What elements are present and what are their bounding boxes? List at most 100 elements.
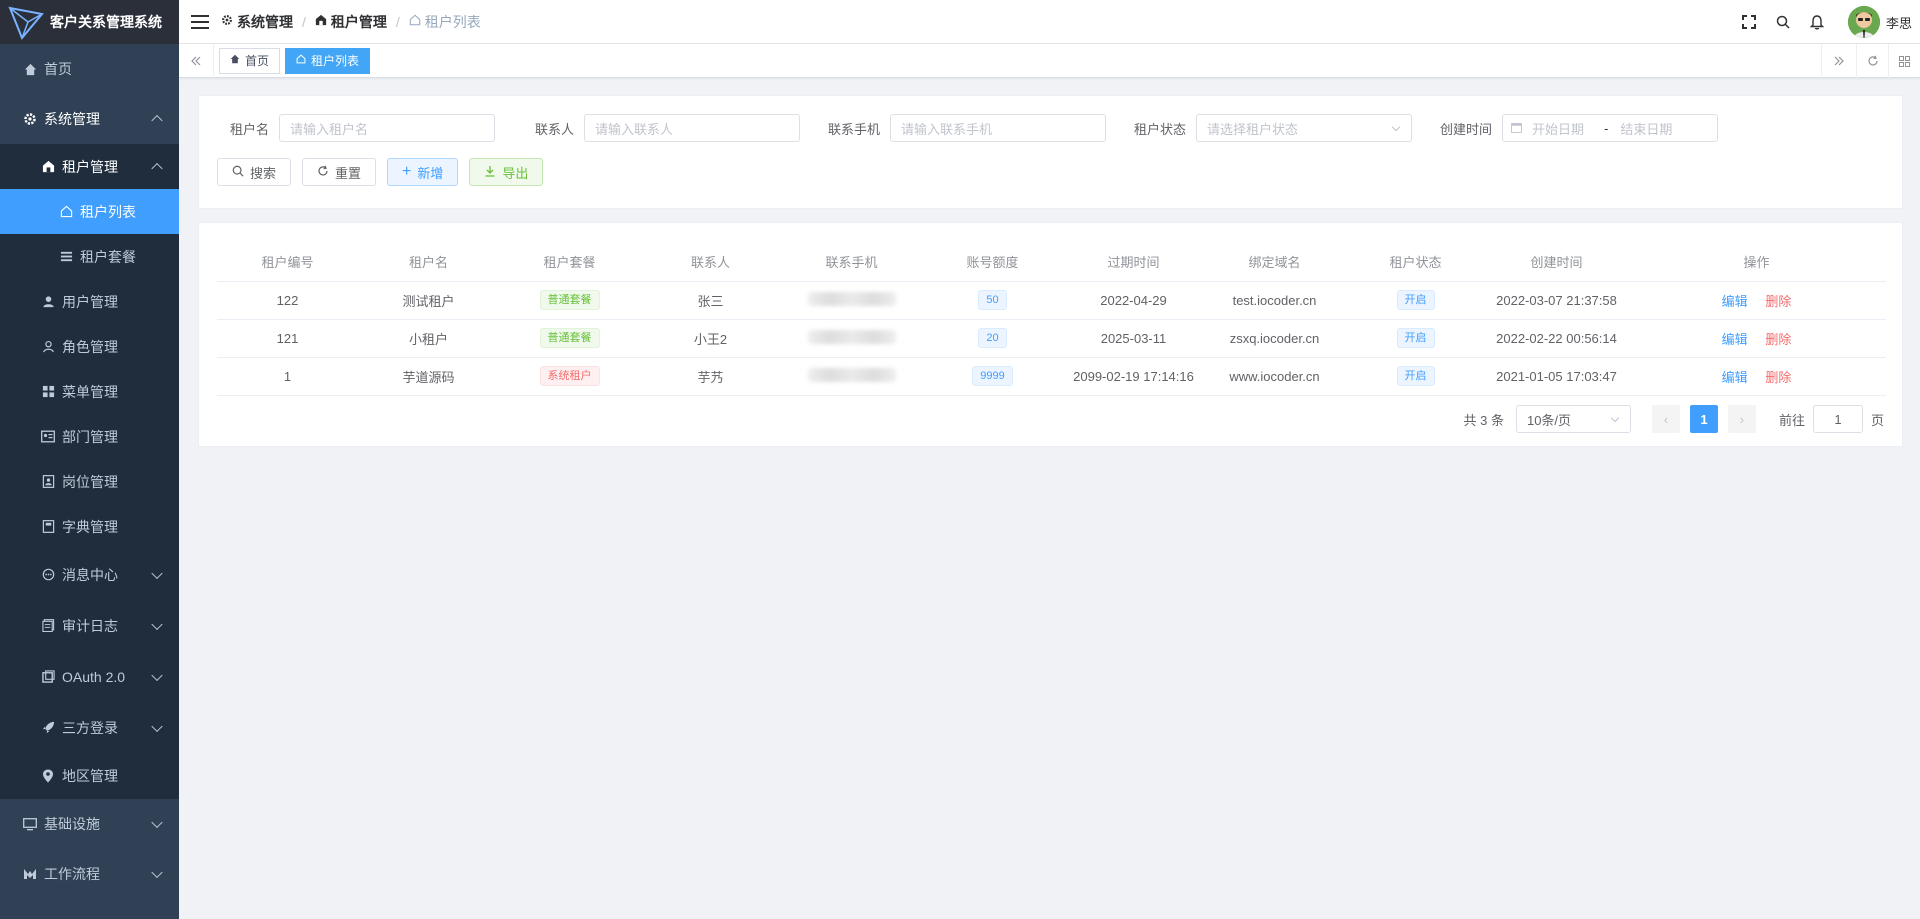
delete-link[interactable]: 删除 (1765, 370, 1791, 385)
hamburger-icon[interactable] (191, 14, 209, 29)
search-icon[interactable] (1774, 13, 1792, 31)
contact-input[interactable]: 请输入联系人 (584, 114, 800, 142)
edit-link[interactable]: 编辑 (1722, 332, 1748, 347)
column-header: 绑定域名 (1204, 243, 1345, 282)
bell-icon[interactable] (1808, 13, 1826, 31)
double-chevron-right-icon[interactable] (1821, 44, 1856, 78)
status-badge: 开启 (1396, 328, 1435, 348)
cell-id: 121 (217, 319, 358, 358)
sidebar-item-messages[interactable]: 消息中心 (0, 549, 179, 600)
sidebar-item-audit-log[interactable]: 审计日志 (0, 600, 179, 651)
sidebar-item-dictionary[interactable]: 字典管理 (0, 504, 179, 549)
quota-tag: 50 (978, 290, 1007, 310)
breadcrumb-separator: / (302, 13, 306, 30)
sidebar-item-label: 角色管理 (62, 338, 118, 355)
sidebar-item-infrastructure[interactable]: 基础设施 (0, 799, 179, 849)
chevron-down-icon (151, 866, 163, 879)
window-icon (40, 669, 56, 685)
right-menu: 李思 (1732, 0, 1912, 44)
column-header: 联系手机 (781, 243, 922, 282)
search-form: 租户名 请输入租户名 联系人 请输入联系人 联系手机 请输入联系手机 租户状态 … (198, 95, 1903, 209)
delete-link[interactable]: 删除 (1765, 332, 1791, 347)
cell-contact: 小王2 (640, 319, 781, 358)
sidebar-item-users[interactable]: 用户管理 (0, 279, 179, 324)
sidebar-item-workflow[interactable]: 工作流程 (0, 849, 179, 899)
cell-created: 2021-01-05 17:03:47 (1486, 357, 1627, 396)
refresh-icon[interactable] (1856, 44, 1888, 78)
fullscreen-icon[interactable] (1740, 13, 1758, 31)
sidebar-item-roles[interactable]: 角色管理 (0, 324, 179, 369)
page-suffix: 页 (1870, 412, 1884, 428)
page-size-select[interactable]: 10条/页 (1515, 405, 1631, 433)
chevron-down-icon (151, 816, 163, 829)
home-icon (22, 61, 38, 77)
sidebar-item-third-party-login[interactable]: 三方登录 (0, 702, 179, 753)
sidebar-item-tenant-list[interactable]: 租户列表 (0, 189, 179, 234)
edit-link[interactable]: 编辑 (1722, 370, 1748, 385)
sidebar-item-system[interactable]: 系统管理 (0, 94, 179, 144)
range-separator: - (1604, 120, 1609, 136)
edit-link[interactable]: 编辑 (1722, 294, 1748, 309)
goto-page-input[interactable]: 1 (1812, 405, 1863, 433)
sidebar-item-departments[interactable]: 部门管理 (0, 414, 179, 459)
tenant-table: 租户编号 租户名 租户套餐 联系人 联系手机 账号额度 过期时间 绑定域名 租户… (217, 243, 1886, 396)
pagination: 共 3 条 10条/页 ‹ 1 › 前往 1 页 (1463, 405, 1884, 433)
breadcrumb-item-system[interactable]: 系统管理 (221, 12, 293, 32)
sidebar-item-label: 首页 (44, 61, 72, 77)
badge-icon (40, 474, 56, 490)
column-header: 联系人 (640, 243, 781, 282)
sidebar-item-label: 菜单管理 (62, 383, 118, 400)
add-button[interactable]: + 新增 (387, 158, 459, 186)
sidebar-item-home[interactable]: 首页 (0, 44, 179, 94)
username[interactable]: 李思 (1886, 13, 1912, 32)
sidebar-item-tenant-package[interactable]: 租户套餐 (0, 234, 179, 279)
book-icon (40, 519, 56, 535)
sidebar-item-menus[interactable]: 菜单管理 (0, 369, 179, 414)
table-row: 122 测试租户 普通套餐 张三 50 2022-04-29 test.ioco… (217, 281, 1886, 320)
start-date-input[interactable]: 开始日期 (1532, 119, 1602, 138)
pagination-total: 共 3 条 (1463, 412, 1504, 428)
logo-icon (8, 6, 44, 40)
export-button[interactable]: 导出 (469, 158, 544, 186)
tenant-status-select[interactable]: 请选择租户状态 (1196, 114, 1412, 142)
sidebar-item-label: 用户管理 (62, 293, 118, 310)
tag-tenant-list[interactable]: 租户列表 (285, 47, 371, 74)
home-icon (230, 49, 240, 73)
page-number-button[interactable]: 1 (1689, 405, 1718, 433)
sidebar-item-regions[interactable]: 地区管理 (0, 753, 179, 799)
cell-mobile (781, 357, 922, 396)
cell-id: 1 (217, 357, 358, 396)
double-chevron-left-icon[interactable] (179, 43, 214, 78)
breadcrumb-item-tenant[interactable]: 租户管理 (315, 12, 387, 32)
contact-mobile-input[interactable]: 请输入联系手机 (890, 114, 1106, 142)
cell-expire: 2025-03-11 (1063, 319, 1204, 358)
tenant-name-input[interactable]: 请输入租户名 (279, 114, 495, 142)
plus-icon: + (402, 163, 412, 180)
sidebar-item-tenant[interactable]: 租户管理 (0, 144, 179, 189)
grid-menu-icon[interactable] (1888, 44, 1920, 78)
column-header: 租户状态 (1345, 243, 1486, 282)
sidebar-item-label: 地区管理 (62, 768, 118, 784)
delete-link[interactable]: 删除 (1765, 294, 1791, 309)
id-card-icon (40, 429, 56, 445)
next-page-button[interactable]: › (1727, 405, 1756, 433)
tag-home[interactable]: 首页 (219, 47, 281, 74)
form-item-create-time: 创建时间 开始日期 - 结束日期 (1422, 114, 1718, 142)
sidebar-item-label: 审计日志 (62, 617, 118, 634)
avatar[interactable] (1847, 6, 1880, 38)
search-button[interactable]: 搜索 (217, 158, 292, 186)
sidebar-item-label: 部门管理 (62, 428, 118, 445)
cell-domain: test.iocoder.cn (1204, 281, 1345, 320)
logo[interactable]: 客户关系管理系统 (0, 0, 179, 44)
sidebar-item-label: 消息中心 (62, 566, 118, 583)
tags-view: 首页 租户列表 (179, 43, 1920, 78)
form-label: 创建时间 (1439, 121, 1492, 137)
breadcrumb-separator: / (395, 13, 400, 30)
prev-page-button[interactable]: ‹ (1651, 405, 1680, 433)
sidebar-item-oauth[interactable]: OAuth 2.0 (0, 651, 179, 702)
reset-button[interactable]: 重置 (302, 158, 377, 186)
end-date-input[interactable]: 结束日期 (1620, 119, 1672, 138)
create-time-range-picker[interactable]: 开始日期 - 结束日期 (1502, 114, 1718, 142)
cell-status: 开启 (1345, 357, 1486, 396)
sidebar-item-posts[interactable]: 岗位管理 (0, 459, 179, 504)
